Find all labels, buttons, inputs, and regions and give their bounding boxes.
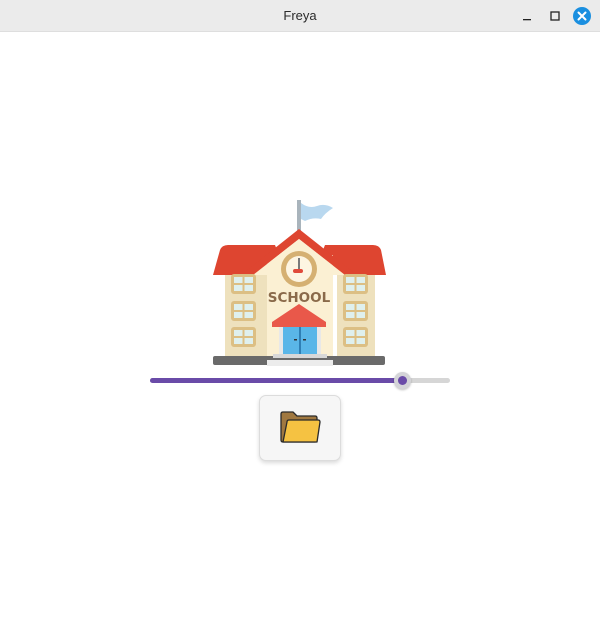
- title-bar: Freya: [0, 0, 600, 32]
- folder-icon: [280, 411, 321, 443]
- main-content: SCHOOL: [0, 32, 600, 632]
- maximize-button[interactable]: [545, 6, 565, 26]
- seek-slider[interactable]: [150, 369, 450, 393]
- school-building-icon: SCHOOL: [213, 200, 386, 366]
- close-button[interactable]: [572, 6, 592, 26]
- svg-text:SCHOOL: SCHOOL: [268, 290, 331, 306]
- minimize-icon: [523, 19, 531, 21]
- slider-thumb[interactable]: [394, 372, 411, 389]
- school-illustration: SCHOOL: [205, 197, 395, 372]
- maximize-icon: [550, 11, 560, 21]
- open-folder-button[interactable]: [259, 395, 341, 461]
- close-icon: [573, 7, 591, 25]
- slider-fill: [150, 378, 402, 383]
- window-title: Freya: [283, 8, 317, 23]
- minimize-button[interactable]: [517, 6, 537, 26]
